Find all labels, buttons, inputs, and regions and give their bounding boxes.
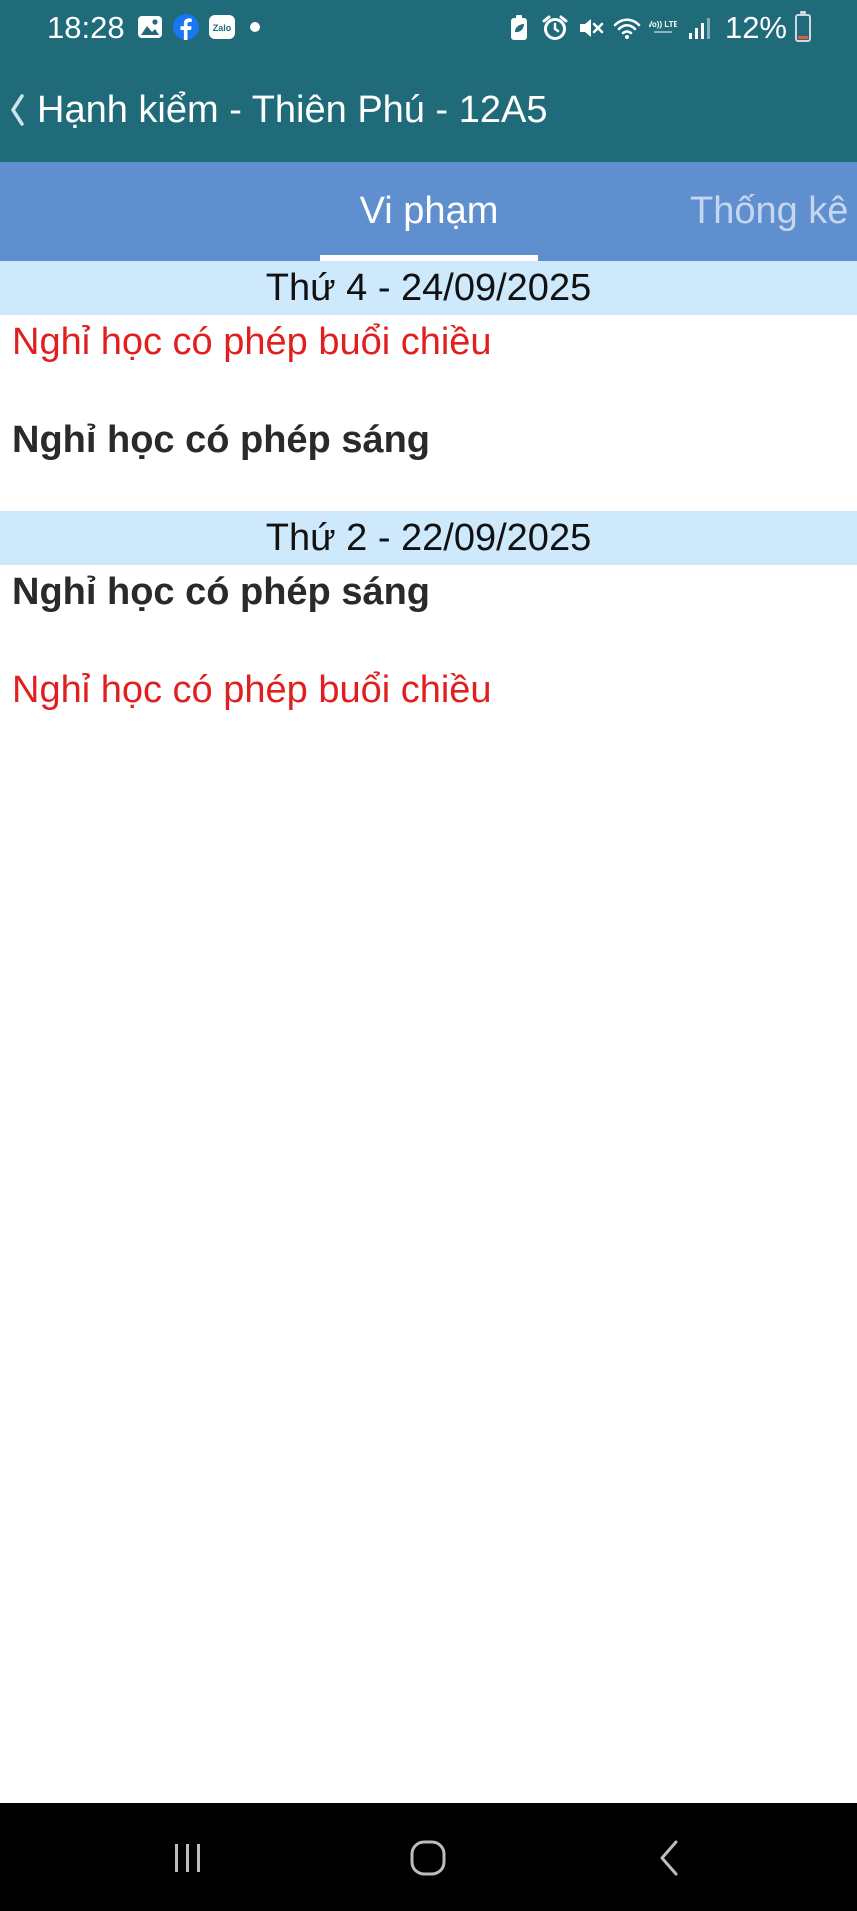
back-button[interactable] — [640, 1833, 700, 1883]
alarm-icon — [542, 15, 568, 40]
recent-apps-icon — [175, 1844, 200, 1872]
home-icon — [410, 1840, 446, 1876]
violation-list: Thứ 4 - 24/09/2025 Nghỉ học có phép buổi… — [0, 261, 857, 717]
mute-icon — [579, 19, 604, 37]
list-item[interactable]: Nghỉ học có phép sáng — [0, 413, 857, 511]
app-bar: Hạnh kiểm - Thiên Phú - 12A5 — [0, 56, 857, 162]
screen: 18:28 Zalo Vo)) LTE 12% Hạnh kiểm - Thiê… — [0, 0, 857, 1911]
page-title: Hạnh kiểm - Thiên Phú - 12A5 — [37, 89, 548, 131]
system-icons: Vo)) LTE 12% — [505, 10, 811, 46]
header-area: 18:28 Zalo Vo)) LTE 12% Hạnh kiểm - Thiê… — [0, 0, 857, 162]
battery-saver-icon — [510, 15, 527, 40]
list-item[interactable]: Nghỉ học có phép buổi chiều — [0, 315, 857, 413]
zalo-icon-label: Zalo — [213, 23, 232, 33]
home-button[interactable] — [398, 1833, 458, 1883]
facebook-icon — [173, 14, 199, 40]
tab-statistics[interactable]: Thống kê — [690, 162, 857, 261]
date-header: Thứ 4 - 24/09/2025 — [0, 261, 857, 315]
recent-apps-button[interactable] — [158, 1833, 218, 1883]
status-bar: 18:28 Zalo Vo)) LTE 12% — [0, 0, 857, 56]
back-icon — [660, 1840, 678, 1876]
gallery-icon — [138, 16, 162, 38]
tab-bar: Vi phạm Thống kê — [0, 162, 857, 261]
battery-percent: 12% — [724, 10, 787, 45]
battery-level-fill — [798, 36, 808, 39]
signal-icon — [688, 18, 710, 39]
navigation-bar — [0, 1803, 857, 1911]
status-time: 18:28 — [47, 10, 125, 45]
wifi-icon — [613, 18, 641, 39]
volte-icon-label: Vo)) LTE — [649, 20, 677, 29]
chevron-left-icon[interactable] — [8, 90, 26, 130]
list-item[interactable]: Nghỉ học có phép buổi chiều — [0, 663, 857, 717]
more-dot-icon — [250, 22, 260, 32]
tab-violations[interactable]: Vi phạm — [320, 162, 538, 261]
zalo-icon: Zalo — [209, 15, 235, 39]
list-item[interactable]: Nghỉ học có phép sáng — [0, 565, 857, 663]
volte-icon: Vo)) LTE — [649, 20, 677, 33]
date-header: Thứ 2 - 22/09/2025 — [0, 511, 857, 565]
notification-icons: Zalo — [136, 12, 260, 42]
battery-icon — [795, 11, 811, 42]
